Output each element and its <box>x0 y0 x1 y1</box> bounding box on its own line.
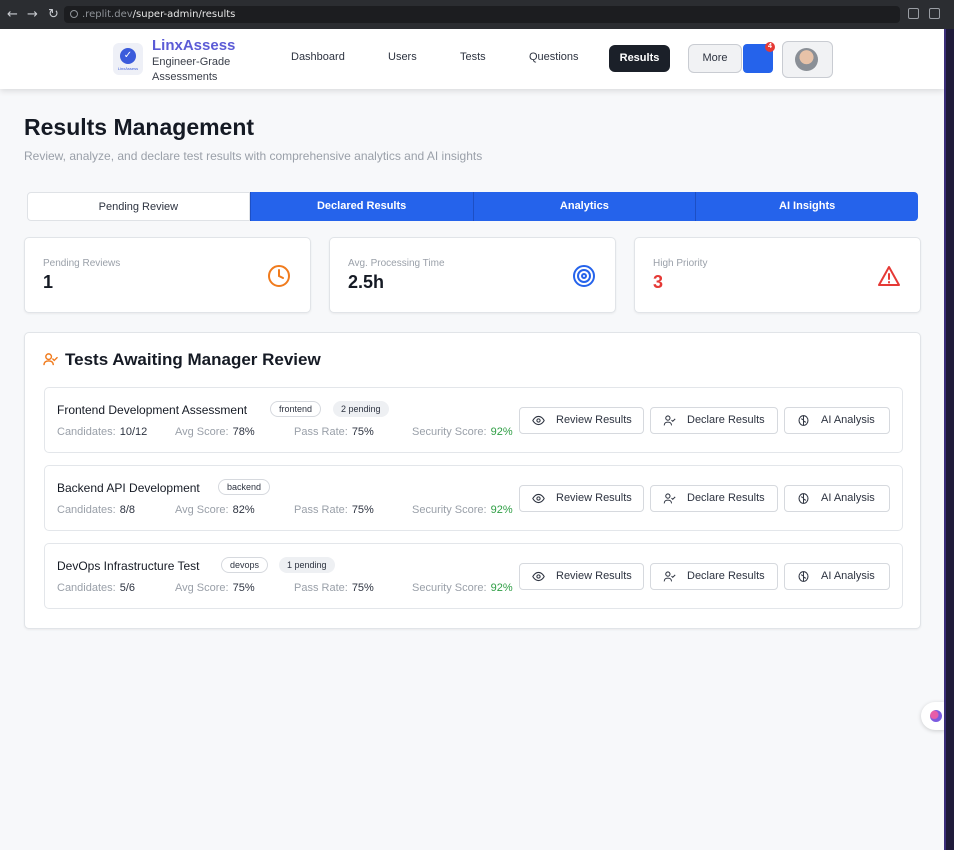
stat-card-high-priority: High Priority 3 <box>634 237 921 313</box>
pass-rate-stat: Pass Rate: 75% <box>294 504 374 516</box>
test-tag-badge: devops <box>221 557 269 573</box>
open-external-icon[interactable] <box>929 8 940 19</box>
test-tag-badge: frontend <box>270 401 322 417</box>
stat-value: 2.5h <box>348 272 385 292</box>
tab-analytics[interactable]: Analytics <box>472 192 696 221</box>
nav-results[interactable]: Results <box>609 45 670 72</box>
tab-pending-review[interactable]: Pending Review <box>27 192 250 221</box>
ai-analysis-button[interactable]: AI Analysis <box>784 485 890 512</box>
security-score-stat: Security Score: 92% <box>412 504 513 516</box>
link-icon <box>70 10 78 18</box>
brain-icon <box>798 571 809 582</box>
forward-arrow-icon[interactable]: → <box>22 7 43 22</box>
ai-analysis-button[interactable]: AI Analysis <box>784 407 890 434</box>
candidates-stat: Candidates: 10/12 <box>57 426 148 438</box>
avg-score-stat: Avg Score: 78% <box>175 426 255 438</box>
review-results-button[interactable]: Review Results <box>519 407 644 434</box>
review-results-button[interactable]: Review Results <box>519 485 644 512</box>
user-check-icon <box>663 571 676 582</box>
review-results-button[interactable]: Review Results <box>519 563 644 590</box>
devices-icon[interactable] <box>908 8 919 19</box>
side-panel-edge <box>944 29 954 850</box>
stat-value: 1 <box>43 272 54 292</box>
app-viewport: ✓ LinxAssess LinxAssess Engineer-Grade A… <box>0 29 944 850</box>
pass-rate-stat: Pass Rate: 75% <box>294 426 374 438</box>
nav-more-button[interactable]: More <box>688 44 742 73</box>
stat-label: Pending Reviews <box>43 258 121 269</box>
logo[interactable]: ✓ LinxAssess <box>113 43 143 75</box>
test-name: DevOps Infrastructure Test <box>57 559 200 573</box>
nav-questions[interactable]: Questions <box>529 51 579 63</box>
target-icon <box>573 265 595 287</box>
declare-results-button[interactable]: Declare Results <box>650 485 778 512</box>
panel-title: Tests Awaiting Manager Review <box>65 350 321 369</box>
reload-icon[interactable]: ↻ <box>43 7 64 22</box>
pending-badge: 2 pending <box>333 401 389 417</box>
logo-text: LinxAssess <box>117 65 139 71</box>
declare-results-button[interactable]: Declare Results <box>650 407 778 434</box>
security-score-stat: Security Score: 92% <box>412 426 513 438</box>
brain-icon <box>930 710 942 722</box>
ai-analysis-button[interactable]: AI Analysis <box>784 563 890 590</box>
brand-tagline: Engineer-Grade Assessments <box>152 56 231 83</box>
awaiting-review-panel: Tests Awaiting Manager Review Frontend D… <box>24 332 921 629</box>
browser-toolbar: ← → ↻ .replit.dev/super-admin/results <box>0 0 954 29</box>
page-subtitle: Review, analyze, and declare test result… <box>24 149 483 163</box>
nav-dashboard[interactable]: Dashboard <box>291 51 345 63</box>
user-check-icon <box>663 493 676 504</box>
tab-declared-results[interactable]: Declared Results <box>249 192 473 221</box>
test-name: Backend API Development <box>57 481 200 495</box>
eye-icon <box>532 571 545 582</box>
test-name: Frontend Development Assessment <box>57 403 248 417</box>
results-tabs: Pending Review Declared Results Analytic… <box>27 192 918 221</box>
declare-results-button[interactable]: Declare Results <box>650 563 778 590</box>
notification-badge: 4 <box>765 42 775 52</box>
user-check-icon <box>663 415 676 426</box>
pending-badge: 1 pending <box>279 557 335 573</box>
stat-card-pending-reviews: Pending Reviews 1 <box>24 237 311 313</box>
page-title: Results Management <box>24 114 255 140</box>
stat-label: Avg. Processing Time <box>348 258 445 269</box>
security-score-stat: Security Score: 92% <box>412 582 513 594</box>
stat-card-avg-processing: Avg. Processing Time 2.5h <box>329 237 616 313</box>
avg-score-stat: Avg Score: 82% <box>175 504 255 516</box>
user-check-icon <box>43 353 58 366</box>
test-row: DevOps Infrastructure Test devops 1 pend… <box>44 543 903 609</box>
check-badge-icon: ✓ <box>120 47 136 64</box>
avg-score-stat: Avg Score: 75% <box>175 582 255 594</box>
pass-rate-stat: Pass Rate: 75% <box>294 582 374 594</box>
nav-users[interactable]: Users <box>388 51 417 63</box>
url-host: .replit.dev <box>82 9 133 20</box>
candidates-stat: Candidates: 8/8 <box>57 504 136 516</box>
brain-icon <box>798 415 809 426</box>
test-row: Backend API Development backend Candidat… <box>44 465 903 531</box>
profile-button[interactable] <box>782 41 833 78</box>
stat-value: 3 <box>653 272 664 292</box>
stat-label: High Priority <box>653 258 708 269</box>
eye-icon <box>532 493 545 504</box>
avatar <box>795 48 818 71</box>
top-navbar: ✓ LinxAssess LinxAssess Engineer-Grade A… <box>0 29 944 89</box>
back-arrow-icon[interactable]: ← <box>2 7 23 22</box>
ai-assistant-button[interactable] <box>921 702 944 730</box>
tab-ai-insights[interactable]: AI Insights <box>695 192 918 221</box>
eye-icon <box>532 415 545 426</box>
clock-icon <box>268 265 290 287</box>
url-path: /super-admin/results <box>132 9 236 20</box>
brand-name: LinxAssess <box>152 37 236 54</box>
brain-icon <box>798 493 809 504</box>
test-row: Frontend Development Assessment frontend… <box>44 387 903 453</box>
address-bar[interactable]: .replit.dev/super-admin/results <box>64 6 900 23</box>
test-tag-badge: backend <box>218 479 271 495</box>
candidates-stat: Candidates: 5/6 <box>57 582 136 594</box>
nav-tests[interactable]: Tests <box>460 51 486 63</box>
alert-triangle-icon <box>878 266 900 286</box>
